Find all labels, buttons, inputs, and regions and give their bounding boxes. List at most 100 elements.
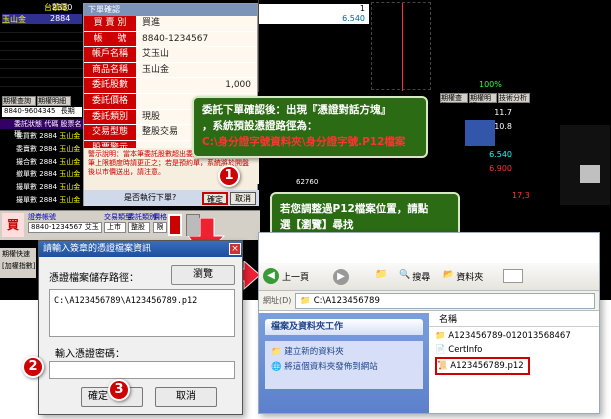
certificate-dialog: 請輸入簽章的憑證檔案資訊 × 憑證檔案儲存路徑： 瀏覽 C:\A12345678… [38, 240, 243, 415]
table-row[interactable]: 委賣數 2884 玉山金 [16, 143, 80, 156]
task-publish-web[interactable]: 🌐 將這個資料夾發佈到網站 [271, 360, 417, 375]
forward-arrow-icon[interactable]: ▶ [333, 269, 349, 285]
table-header: 委託狀態 代碼 股票名稱 [0, 119, 83, 138]
table-row[interactable]: 撮單數 2884 玉山金 [16, 194, 80, 207]
table-row[interactable]: 委買數 2884 玉山金 [16, 130, 80, 143]
search-icon: 🔍 [399, 270, 411, 280]
cert-password-input[interactable] [49, 361, 235, 379]
up-folder-icon[interactable]: 📁 [375, 269, 387, 280]
field-value: 買進 [136, 16, 257, 31]
task-pane: 檔案及資料夾工作 📁 建立新的資料夾 🌐 將這個資料夾發佈到網站 [259, 313, 429, 413]
weighted-index-label: [加權指數] [2, 262, 36, 270]
percent-label: 100% [479, 80, 502, 89]
order-field: 商品名稱 玉山金 [84, 62, 257, 79]
folder-icon: 📂 [443, 270, 455, 280]
quick-options-label: 期權快速 [2, 250, 30, 258]
certificate-icon: 📜 [437, 361, 448, 371]
left-bottom-panel: 期權快速 [加權指數] [0, 248, 36, 278]
callout-path-text: C:\身分證字號資料夾\身分證字號.P12檔案 [202, 134, 418, 150]
trade-side-dropdown[interactable]: 整股 [128, 222, 150, 233]
field-label: 商品名稱 [84, 62, 136, 78]
folder-icon: 📁 [300, 295, 311, 306]
stock-code: 2330 [52, 3, 73, 12]
callout-line: 選【瀏覽】尋找 [280, 219, 354, 231]
price-top: 1 [359, 4, 365, 13]
field-label: 帳 號 [84, 31, 136, 47]
field-label: 委託股數 [84, 78, 136, 93]
volume-label: 62760 [296, 178, 319, 186]
right-num: 17,3 [512, 191, 530, 200]
field-value: 艾玉山 [136, 47, 257, 62]
field-label: 買 賣 別 [84, 16, 136, 31]
buy-indicator[interactable]: 買 [2, 213, 24, 237]
back-button[interactable]: ◀ 上一頁 [263, 268, 309, 284]
account-code: 長期 [60, 107, 75, 115]
order-field: 帳 號 8840-1234567 [84, 31, 257, 48]
callout-step-1: 委託下單確認後：出現『憑證對話方塊』 ，系統預設憑證路徑為： C:\身分證字號資… [192, 96, 428, 158]
tab-technical-analysis[interactable]: 技術分析 [498, 93, 530, 103]
address-input[interactable]: 📁 C:\A123456789 [295, 292, 595, 309]
task-new-folder[interactable]: 📁 建立新的資料夾 [271, 345, 417, 360]
browse-button[interactable]: 瀏覽 [171, 265, 235, 285]
tab-option-query-right[interactable]: 期權查詢 [440, 93, 468, 110]
search-button[interactable]: 🔍 搜尋 [399, 270, 430, 283]
tab-option-query[interactable]: 期權查詢 [2, 96, 36, 106]
back-arrow-icon: ◀ [263, 268, 279, 284]
field-label: 帳戶名稱 [84, 47, 136, 62]
price-value: 6.540 [342, 14, 365, 23]
callout-line: ，系統預設憑證路徑為： [202, 120, 318, 132]
dialog-title: 下單確認 [84, 4, 257, 16]
order-field: 帳戶名稱 艾玉山 [84, 47, 257, 63]
price-type-dropdown[interactable]: 限 [153, 222, 167, 233]
folders-button[interactable]: 📂 資料夾 [443, 270, 483, 283]
back-label: 上一頁 [282, 272, 310, 283]
confirm-icon-button[interactable] [168, 214, 182, 236]
file-list: 名稱 📁 A123456789-012013568467 📄 CertInfo … [429, 313, 599, 413]
list-item[interactable]: 📄 CertInfo [435, 343, 599, 357]
stock-code: 2884 [50, 14, 71, 23]
table-row[interactable]: 撮單數 2884 玉山金 [16, 181, 80, 194]
order-class-label: 委託類別 [128, 213, 156, 221]
right-edge-box [580, 165, 600, 183]
view-menu-icon[interactable] [503, 269, 523, 283]
account-dropdown[interactable]: 8840-1234567 艾玉山 [28, 222, 102, 233]
stock-name-label: 玉山金 [2, 15, 26, 24]
folder-icon: 📁 [435, 331, 446, 341]
account-line: 8840-9604345 [4, 107, 56, 115]
account-select[interactable]: 8840-9604345 長期 [2, 107, 82, 117]
field-value: 1,000 [136, 78, 257, 93]
file-icon: 📄 [435, 345, 446, 355]
tab-option-detail[interactable]: 期權明細 [37, 96, 71, 106]
callout-line: 若您調整過P12檔案位置，請點 [280, 203, 429, 215]
market-dropdown[interactable]: 上市 [104, 222, 126, 233]
volume-bar [465, 120, 495, 146]
cert-password-label: 輸入憑證密碼： [55, 349, 125, 360]
tab-option-detail-right[interactable]: 期權明細 [469, 93, 497, 110]
table-row[interactable]: 撤單數 2884 玉山金 [16, 168, 80, 181]
order-field: 買 賣 別買進 [84, 16, 257, 32]
column-header-name[interactable]: 名稱 [429, 313, 599, 327]
step-badge-1: 1 [218, 165, 240, 187]
cert-cancel-button[interactable]: 取消 [155, 387, 217, 407]
cert-path-input[interactable]: C:\A123456789\A123456789.p12 [49, 289, 235, 337]
order-ok-button[interactable]: 確定 [202, 192, 228, 205]
order-rows: 委買數 2884 玉山金 委賣數 2884 玉山金 撮合數 2884 玉山金 撤… [16, 130, 80, 207]
step-badge-2: 2 [22, 356, 44, 378]
quote-panel-right: 1 6.540 100% [258, 0, 611, 92]
table-row[interactable]: 撮合數 2884 玉山金 [16, 156, 80, 169]
cert-path-label: 憑證檔案儲存路徑： [49, 273, 139, 284]
close-icon[interactable]: × [229, 243, 241, 255]
right-number-column: 11.7 10.8 6.540 6.900 [452, 106, 512, 191]
order-field: 委託股數 1,000 [84, 78, 257, 94]
account-label: 證券帳號 [28, 213, 56, 221]
new-folder-icon: 📁 [271, 347, 282, 357]
list-item-p12[interactable]: 📜 A123456789.p12 [435, 357, 530, 375]
cert-dialog-title: 請輸入簽章的憑證檔案資訊 [39, 241, 242, 257]
task-list: 📁 建立新的資料夾 🌐 將這個資料夾發佈到網站 [265, 341, 423, 389]
order-cancel-button[interactable]: 取消 [230, 192, 256, 205]
callout-line: 委託下單確認後：出現『憑證對話方塊』 [202, 104, 391, 116]
list-item[interactable]: 📁 A123456789-012013568467 [435, 329, 599, 343]
left-grid [0, 24, 83, 94]
field-label: 委託價格 [84, 93, 136, 109]
task-pane-title: 檔案及資料夾工作 [265, 319, 423, 335]
